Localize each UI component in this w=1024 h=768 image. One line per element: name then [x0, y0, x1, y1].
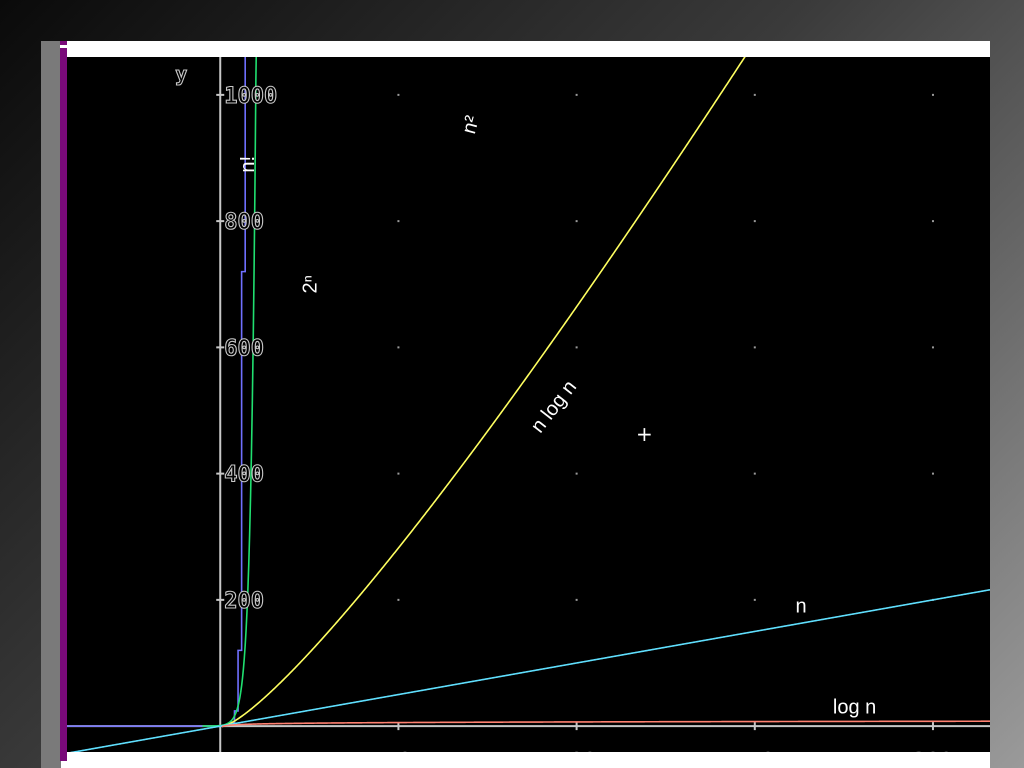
tick-labels: 50 100 150 200 200 400 600 800 1000 [224, 83, 954, 752]
grid-dot [397, 220, 400, 223]
grid-dot [931, 93, 934, 96]
grid-dot [575, 93, 578, 96]
window-border [60, 41, 67, 761]
series-label: n² [458, 113, 484, 136]
curves [67, 57, 990, 752]
series-line-linear [69, 588, 990, 752]
grid-dot [931, 472, 934, 475]
window-title-marker [60, 45, 68, 48]
series-label: 2ⁿ [299, 275, 321, 293]
grid-dot [753, 472, 756, 475]
crosshair-cursor-icon: + [636, 422, 653, 446]
axis-ticks [216, 93, 934, 731]
y-axis-label: y [175, 62, 187, 86]
grid-dot [575, 598, 578, 601]
x-tick-label: 150 [735, 750, 775, 752]
grid-dot [397, 346, 400, 349]
grid-dot [575, 220, 578, 223]
y-tick-label: 200 [224, 589, 264, 614]
grid-dot [575, 472, 578, 475]
grid-dot [753, 220, 756, 223]
series-line-nlogn [221, 57, 746, 728]
x-tick-label: 200 [913, 750, 953, 752]
series-label: n log n [527, 376, 581, 437]
y-tick-label: 800 [224, 210, 264, 235]
grid-dots [397, 93, 934, 601]
y-tick-label: 1000 [224, 84, 277, 109]
grid-dot [753, 346, 756, 349]
series-label: n! [237, 156, 259, 173]
grid-dot [753, 93, 756, 96]
series-line-factorial [67, 57, 246, 727]
grid-dot [397, 472, 400, 475]
window-left-strip [41, 41, 61, 768]
axes [67, 57, 990, 752]
y-tick-label: 400 [224, 463, 264, 488]
x-tick-label: 100 [557, 750, 597, 752]
grid-dot [397, 598, 400, 601]
grid-dot [397, 93, 400, 96]
series-label: log n [833, 696, 876, 718]
x-tick-label: 50 [385, 750, 412, 752]
plot-area[interactable]: 50 100 150 200 200 400 600 800 1000 y n! 2ⁿ n² n lo… [67, 57, 990, 752]
y-tick-label: 600 [224, 336, 264, 361]
grid-dot [753, 598, 756, 601]
grid-dot [931, 220, 934, 223]
series-label: n [796, 595, 807, 617]
grid-dot [931, 346, 934, 349]
grid-dot [575, 346, 578, 349]
